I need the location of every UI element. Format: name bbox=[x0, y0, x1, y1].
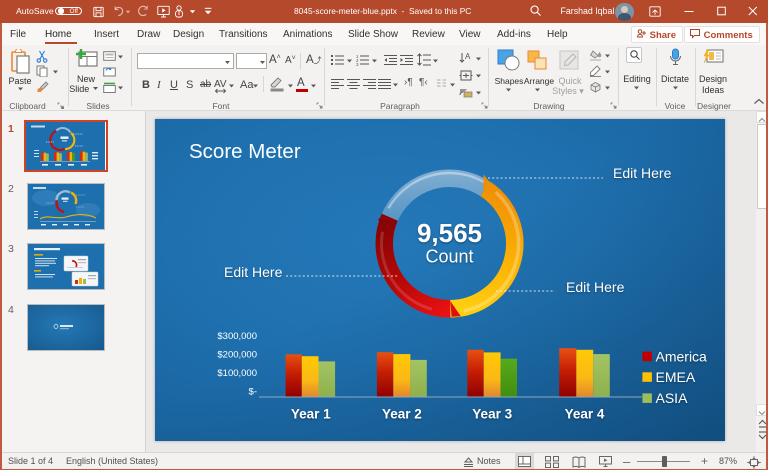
svg-text:Year 4: Year 4 bbox=[565, 407, 605, 422]
svg-text:ASIA: ASIA bbox=[656, 390, 689, 406]
svg-text:Edit Here: Edit Here bbox=[613, 165, 672, 181]
svg-text:Score Meter: Score Meter bbox=[189, 140, 301, 163]
svg-text:$-: $- bbox=[249, 387, 257, 398]
svg-text:EMEA: EMEA bbox=[656, 369, 696, 385]
svg-text:Year 1: Year 1 bbox=[291, 407, 331, 422]
svg-text:$100,000: $100,000 bbox=[217, 368, 257, 379]
svg-text:Edit Here: Edit Here bbox=[224, 264, 283, 280]
svg-text:9,565: 9,565 bbox=[417, 218, 482, 248]
svg-text:3: 3 bbox=[356, 62, 359, 66]
svg-text:A: A bbox=[465, 52, 471, 61]
svg-text:$200,000: $200,000 bbox=[217, 350, 257, 361]
svg-text:Year 2: Year 2 bbox=[382, 407, 422, 422]
svg-text:Edit Here: Edit Here bbox=[566, 279, 625, 295]
svg-text:America: America bbox=[656, 349, 708, 365]
svg-text:Year 3: Year 3 bbox=[472, 407, 512, 422]
svg-text:$300,000: $300,000 bbox=[217, 331, 257, 342]
svg-text:Count: Count bbox=[425, 247, 473, 267]
